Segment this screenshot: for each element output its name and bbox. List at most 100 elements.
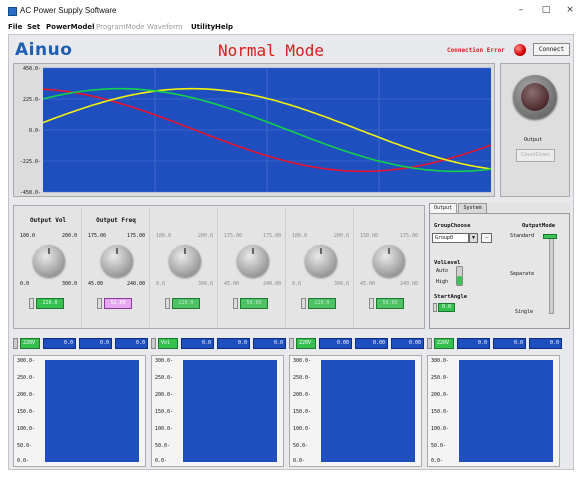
title-bar: AC Power Supply Software – □ ×: [0, 0, 587, 22]
mini-chart-3: 300.0- 250.0- 200.0- 150.0- 100.0- 50.0-…: [289, 355, 422, 467]
meter-strip-1: 220V 0.0 0.0 0.0: [13, 338, 151, 350]
menu-waveform: Waveform: [147, 23, 183, 31]
knob-6: [373, 245, 405, 277]
knob-4-input: 50.00: [240, 298, 268, 309]
y-tick: 250.0-: [431, 375, 450, 381]
waveform-chart: 450.0- 225.0- 0.0- -225.0- -450.0-: [13, 63, 495, 197]
y-tick-label: -225.0-: [20, 159, 41, 165]
y-tick-label: 0.0-: [29, 128, 41, 134]
meter-spinner[interactable]: [289, 338, 294, 349]
y-tick: 200.0-: [155, 392, 174, 398]
maximize-button[interactable]: □: [539, 5, 553, 17]
y-tick: 300.0-: [431, 358, 450, 364]
mini-plot-area: [459, 360, 553, 462]
knob-title: Output Vol: [29, 217, 67, 224]
more-button[interactable]: ...: [481, 233, 492, 243]
knob-min: 100.0: [156, 233, 172, 239]
y-tick: 200.0-: [293, 392, 312, 398]
error-led-icon: [514, 44, 526, 56]
knob-high: 240.00: [399, 281, 418, 287]
knob-column-4: 175.00 175.00 45.00 240.00 50.00: [218, 207, 286, 327]
knob-min: 100.0: [292, 233, 308, 239]
mini-plot-area: [45, 360, 139, 462]
y-tick: 300.0-: [155, 358, 174, 364]
knob-max: 200.0: [333, 233, 349, 239]
meter-value: 0.0: [115, 338, 148, 349]
knob-3-input: 220.0: [172, 298, 200, 309]
menu-powermodel[interactable]: PowerModel: [46, 23, 95, 31]
y-tick-label: -450.0-: [20, 190, 41, 196]
meter-value: 0.0: [217, 338, 250, 349]
meter-spinner[interactable]: [13, 338, 18, 349]
voltage-input[interactable]: 220.0: [36, 298, 64, 309]
knob-max: 200.0: [197, 233, 213, 239]
knob-column-vol: Output Vol 100.0 200.0 0.0 300.0 220.0: [14, 207, 82, 327]
frequency-input[interactable]: 52.00: [104, 298, 132, 309]
knob-column-6: 150.00 175.00 45.00 240.00 50.00: [354, 207, 422, 327]
mode-single: Single: [515, 309, 534, 315]
voltage-knob[interactable]: [33, 245, 65, 277]
vol-level-toggle[interactable]: [456, 266, 463, 286]
meter-value: 0.0: [493, 338, 526, 349]
start-angle-label: StartAngle: [434, 294, 468, 300]
meter-label: 220V: [20, 338, 40, 349]
y-tick: 250.0-: [293, 375, 312, 381]
knob-high: 300.0: [333, 281, 349, 287]
main-panel: Ainuo Normal Mode Connection Error Conne…: [8, 34, 574, 470]
y-tick: 250.0-: [155, 375, 174, 381]
app-icon: [8, 7, 17, 16]
y-tick: 0.0-: [17, 458, 30, 464]
output-toggle-button[interactable]: [513, 75, 557, 119]
y-tick: 0.0-: [293, 458, 306, 464]
output-button-cap: [521, 83, 549, 111]
start-angle-spinner[interactable]: [433, 303, 437, 312]
meter-spinner[interactable]: [427, 338, 432, 349]
tab-output[interactable]: Output: [429, 203, 457, 213]
y-tick: 300.0-: [17, 358, 36, 364]
tab-system[interactable]: System: [458, 203, 487, 213]
knob-high: 240.00: [262, 281, 281, 287]
connect-button[interactable]: Connect: [533, 43, 570, 56]
toggle-knob: [457, 276, 462, 285]
knob-column-3: 100.0 200.0 0.0 300.0 220.0: [150, 207, 218, 327]
mini-chart-1: 300.0- 250.0- 200.0- 150.0- 100.0- 50.0-…: [13, 355, 146, 467]
output-label: Output: [524, 137, 543, 143]
menu-help[interactable]: Help: [215, 23, 233, 31]
knob-spinner[interactable]: [97, 298, 102, 309]
menu-file[interactable]: File: [8, 23, 22, 31]
knob-max: 200.0: [61, 233, 77, 239]
y-tick-label: 225.0-: [23, 97, 41, 103]
knob-6-input: 50.00: [376, 298, 404, 309]
menu-utility[interactable]: Utility: [191, 23, 215, 31]
countdown-button: CountDown: [516, 149, 555, 162]
menu-bar: File Set PowerModel ProgramMode Waveform…: [0, 22, 587, 34]
minimize-button[interactable]: –: [514, 5, 528, 17]
menu-set[interactable]: Set: [27, 23, 40, 31]
mini-plot-area: [183, 360, 277, 462]
knob-panel: Output Vol 100.0 200.0 0.0 300.0 220.0 O…: [13, 205, 425, 329]
group-select[interactable]: Group0: [432, 233, 469, 243]
knob-spinner[interactable]: [29, 298, 34, 309]
meter-strip-3: 220V 0.00 0.00 0.00: [289, 338, 427, 350]
meter-label: Vol: [158, 338, 178, 349]
logo: Ainuo: [15, 40, 73, 60]
output-mode-slider-handle[interactable]: [543, 234, 557, 239]
knob-low: 45.00: [88, 281, 104, 287]
start-angle-input[interactable]: 0.0: [438, 303, 455, 312]
settings-panel: Output System GroupChoose Group0 ▼ ... V…: [429, 203, 570, 329]
y-tick: 150.0-: [155, 409, 174, 415]
chevron-down-icon[interactable]: ▼: [469, 233, 478, 243]
output-mode-slider[interactable]: [549, 234, 554, 314]
output-panel: Output CountDown: [500, 63, 570, 197]
knob-high: 240.00: [126, 281, 145, 287]
knob-spinner: [233, 298, 238, 309]
close-button[interactable]: ×: [563, 5, 577, 17]
meter-spinner[interactable]: [151, 338, 156, 349]
high-label: High: [436, 279, 449, 285]
knob-min: 175.00: [88, 233, 107, 239]
frequency-knob[interactable]: [101, 245, 133, 277]
meter-value: 0.0: [43, 338, 76, 349]
meter-value: 0.00: [355, 338, 388, 349]
y-tick: 50.0-: [155, 443, 171, 449]
y-tick: 200.0-: [431, 392, 450, 398]
